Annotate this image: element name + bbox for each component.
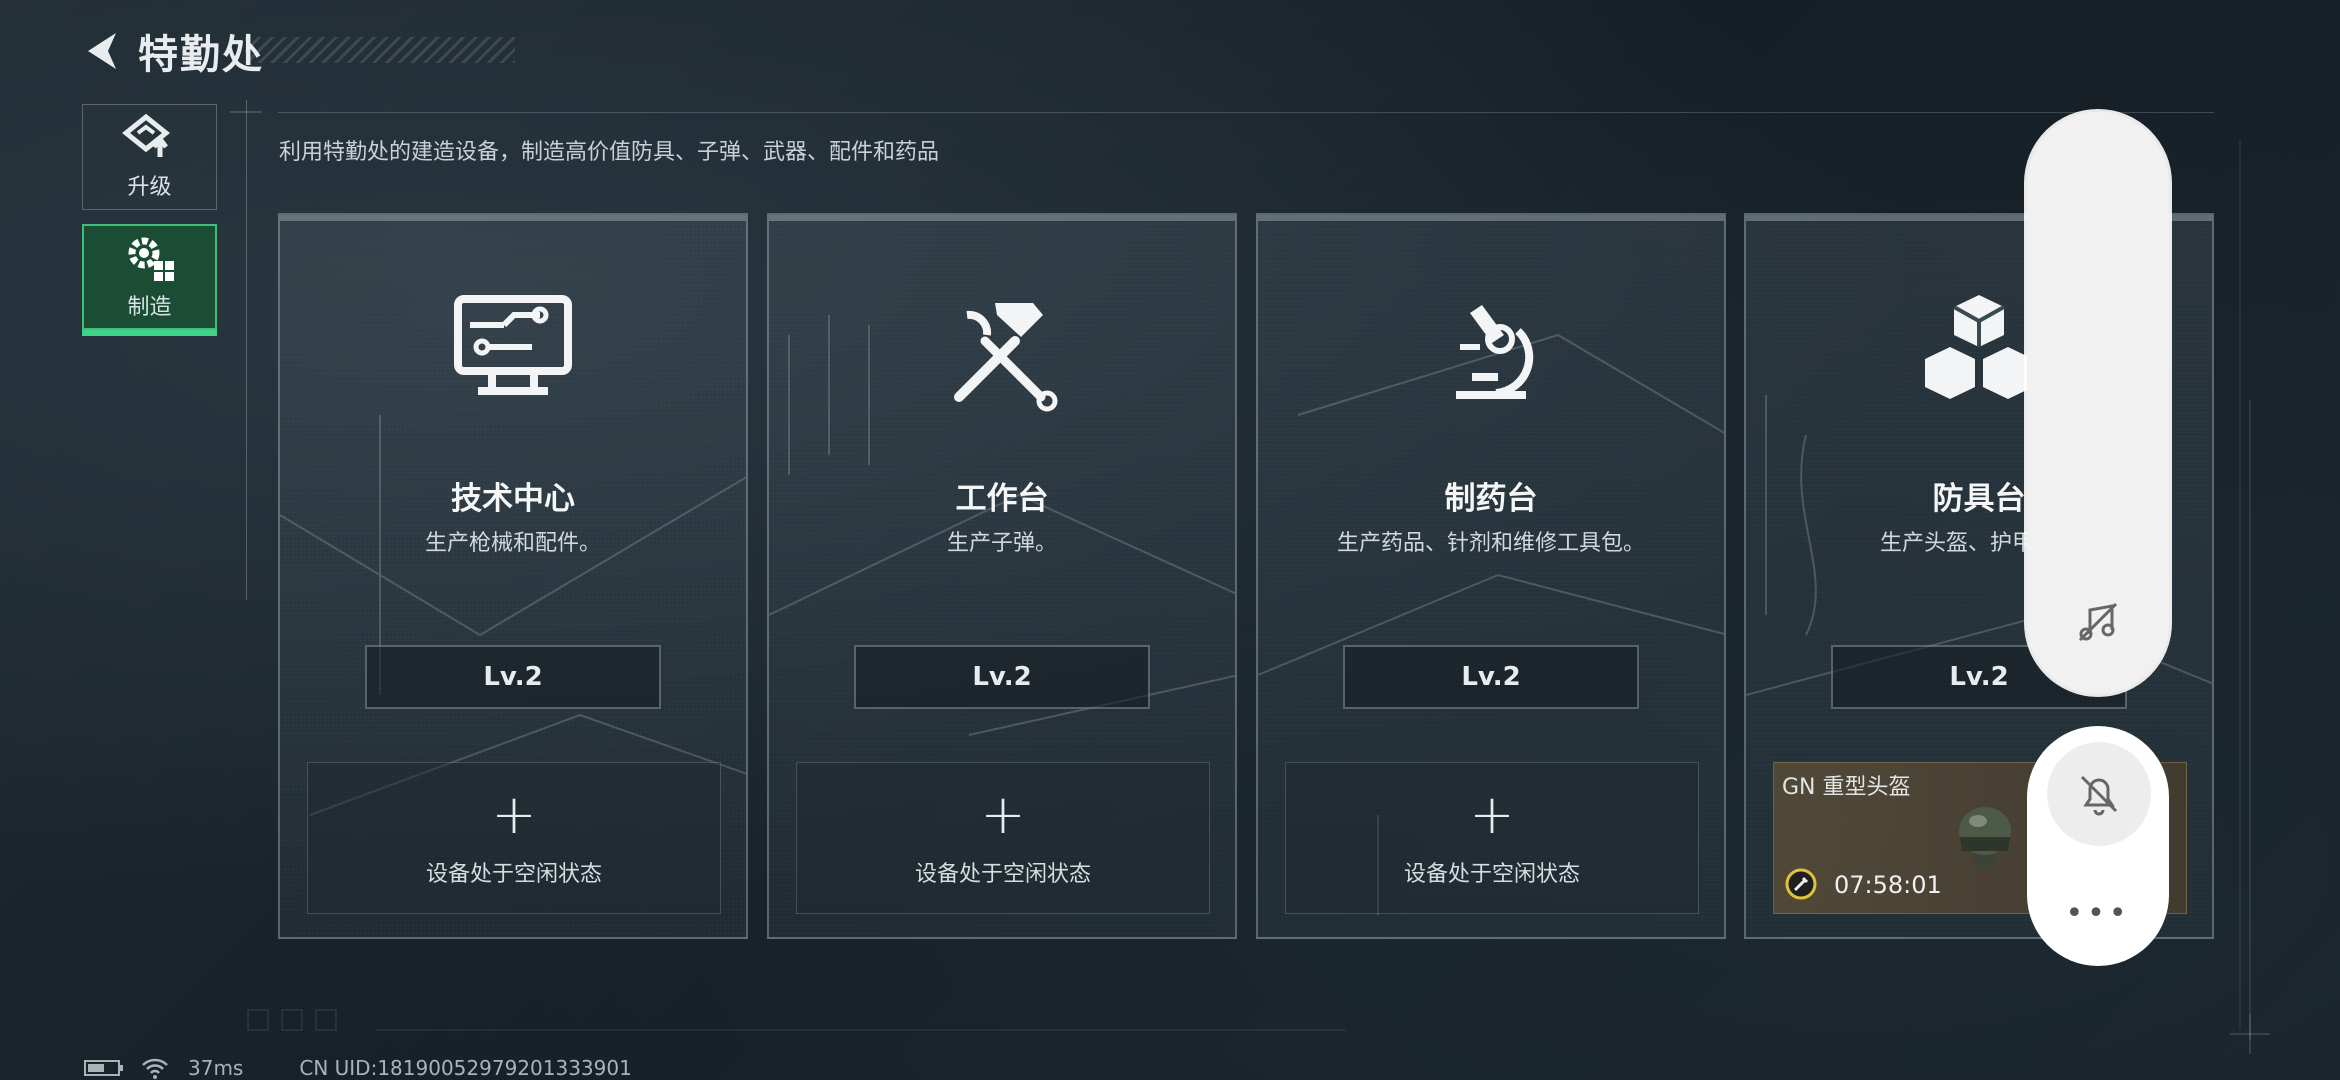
level-badge[interactable]: Lv.2 <box>365 645 661 709</box>
title-decoration <box>245 37 515 63</box>
timer-icon <box>1785 868 1817 900</box>
slot-status: 设备处于空闲状态 <box>425 862 602 887</box>
wifi-icon <box>142 1058 168 1079</box>
nav-tab-upgrade[interactable]: 升级 <box>82 104 217 210</box>
ping-readout: 37ms <box>188 1056 244 1080</box>
level-badge[interactable]: Lv.2 <box>854 645 1150 709</box>
cubes-icon <box>1925 295 2033 399</box>
music-off-icon[interactable] <box>2074 598 2122 646</box>
facility-card-pharmacy[interactable]: 制药台 生产药品、针剂和维修工具包。 Lv.2 + 设备处于空闲状态 <box>1256 213 1726 939</box>
facility-card-workbench[interactable]: 工作台 生产子弹。 Lv.2 + 设备处于空闲状态 <box>767 213 1237 939</box>
upgrade-icon <box>121 113 170 157</box>
production-slot-empty[interactable]: + 设备处于空闲状态 <box>796 762 1210 914</box>
facility-description: 生产枪械和配件。 <box>424 531 601 556</box>
production-item-name: GN 重型头盔 <box>1782 775 1911 800</box>
page-header: 特勤处 <box>80 24 264 78</box>
status-bar: 37ms CN UID:18190052979201333901 <box>84 1056 632 1080</box>
page-description: 利用特勤处的建造设备，制造高价值防具、子弹、武器、配件和药品 <box>279 140 940 165</box>
battery-icon <box>84 1060 123 1076</box>
production-timer: 07:58:01 <box>1834 871 1942 899</box>
facility-description: 生产子弹。 <box>946 531 1057 556</box>
add-icon: + <box>1469 783 1515 846</box>
mute-notifications-button[interactable] <box>2047 742 2151 846</box>
monitor-circuit-icon <box>454 295 572 395</box>
add-icon: + <box>980 783 1026 846</box>
nav-tab-craft[interactable]: 制造 <box>82 224 217 336</box>
facility-card-tech-center[interactable]: 技术中心 生产枪械和配件。 Lv.2 + 设备处于空闲状态 <box>278 213 748 939</box>
divider <box>246 100 247 600</box>
nav-label-craft: 制造 <box>127 295 172 320</box>
facility-description: 生产药品、针剂和维修工具包。 <box>1336 531 1645 556</box>
slot-status: 设备处于空闲状态 <box>1403 862 1580 887</box>
production-slot-empty[interactable]: + 设备处于空闲状态 <box>307 762 721 914</box>
user-uid: CN UID:18190052979201333901 <box>299 1056 632 1080</box>
bell-off-icon <box>2080 775 2118 816</box>
more-options-button[interactable]: ••• <box>2027 899 2169 929</box>
floating-controls[interactable]: ••• <box>2027 726 2169 966</box>
slot-status: 设备处于空闲状态 <box>914 862 1091 887</box>
facility-name: 技术中心 <box>451 481 575 517</box>
nav-label-upgrade: 升级 <box>127 175 172 200</box>
back-button[interactable] <box>80 29 124 73</box>
microscope-icon <box>1456 305 1534 399</box>
helmet-icon <box>1959 807 2011 867</box>
floating-panel[interactable] <box>2027 112 2169 694</box>
bottom-decoration <box>247 1009 1346 1031</box>
divider <box>278 112 2214 113</box>
back-arrow-icon <box>88 33 116 69</box>
hammer-wrench-icon <box>954 303 1058 412</box>
production-slot-empty[interactable]: + 设备处于空闲状态 <box>1285 762 1699 914</box>
level-badge[interactable]: Lv.2 <box>1343 645 1639 709</box>
facility-name: 工作台 <box>955 481 1049 517</box>
craft-gear-icon <box>128 237 174 281</box>
facility-name: 制药台 <box>1444 481 1538 517</box>
add-icon: + <box>491 783 537 846</box>
